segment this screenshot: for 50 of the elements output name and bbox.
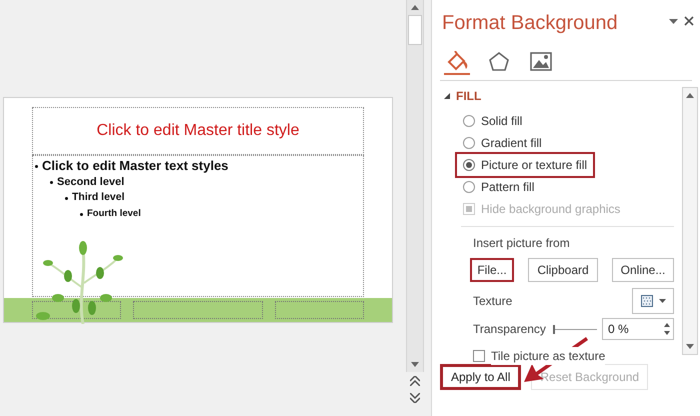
scroll-down-icon[interactable]	[410, 362, 418, 367]
image-icon	[530, 50, 552, 72]
bullet-item: Third level	[72, 190, 125, 206]
pane-options-icon[interactable]	[669, 18, 678, 24]
radio-option[interactable]: Solid fill	[461, 110, 528, 132]
checkbox[interactable]	[473, 350, 485, 362]
scrollbar[interactable]	[406, 0, 424, 372]
footer-placeholder[interactable]	[132, 301, 264, 319]
texture-label: Texture	[473, 293, 512, 310]
previous-slide-icon[interactable]	[410, 376, 420, 386]
scroll-up-icon[interactable]	[410, 5, 418, 10]
bullet-item: Second level	[57, 174, 124, 190]
spinner-icon[interactable]	[664, 322, 670, 336]
next-slide-icon[interactable]	[410, 393, 420, 403]
checkbox-option: Hide background graphics	[461, 198, 626, 220]
paint-bucket-icon	[446, 50, 468, 72]
insert-button[interactable]: Online...	[612, 258, 674, 282]
tile-label: Tile picture as texture	[491, 347, 606, 365]
bullet-icon	[65, 196, 68, 200]
scroll-down-icon[interactable]	[686, 344, 694, 349]
expand-icon	[444, 93, 450, 99]
transparency-field[interactable]: 0 %	[602, 318, 674, 340]
radio-option[interactable]: Gradient fill	[461, 132, 548, 154]
radio-option[interactable]: Pattern fill	[461, 176, 540, 198]
texture-dropdown[interactable]	[632, 288, 674, 314]
bullet-icon	[50, 180, 53, 184]
pane-scrollbar[interactable]	[682, 87, 698, 355]
close-icon[interactable]	[684, 16, 694, 26]
caret-icon	[658, 299, 666, 303]
insert-button[interactable]: File...	[470, 258, 514, 282]
bullet-item: Fourth level	[87, 206, 141, 221]
texture-icon	[640, 295, 652, 307]
fill-tab[interactable]	[444, 49, 470, 75]
insert-button[interactable]: Clipboard	[528, 258, 598, 282]
insert-label: Insert picture from	[473, 235, 571, 252]
bullet-item: Click to edit Master text styles	[42, 157, 228, 176]
radio-option[interactable]: Picture or texture fill	[457, 154, 594, 176]
title-placeholder[interactable]: Click to edit Master title style	[32, 107, 364, 155]
scroll-up-icon[interactable]	[686, 93, 694, 98]
scroll-thumb[interactable]	[408, 15, 422, 45]
bullet-icon	[35, 164, 38, 168]
pentagon-icon	[488, 50, 510, 72]
transparency-label: Transparency	[473, 321, 547, 338]
reset-background-button: Reset Background	[531, 364, 648, 390]
number-placeholder[interactable]	[275, 301, 364, 319]
section-header[interactable]: FILL	[444, 87, 676, 105]
pane-title: Format Background	[442, 11, 618, 36]
apply-to-all-button[interactable]: Apply to All	[440, 364, 522, 390]
bullet-icon	[80, 212, 83, 216]
date-placeholder[interactable]	[32, 301, 121, 319]
